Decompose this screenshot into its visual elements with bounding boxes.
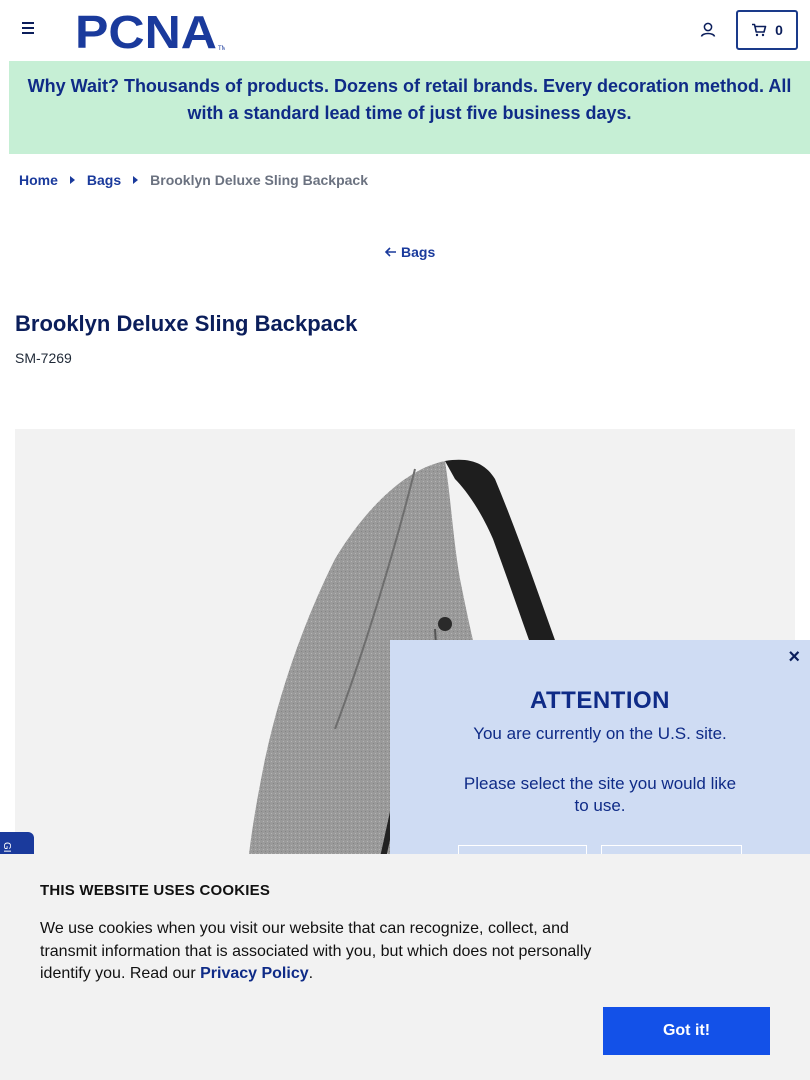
cookie-text: We use cookies when you visit our websit… (40, 918, 600, 986)
product-title: Brooklyn Deluxe Sling Backpack (15, 311, 358, 336)
cookie-title: THIS WEBSITE USES COOKIES (40, 882, 271, 899)
cookie-banner: THIS WEBSITE USES COOKIES We use cookies… (0, 854, 810, 1080)
menu-icon[interactable] (20, 22, 36, 38)
chevron-right-icon (133, 176, 139, 184)
breadcrumb-current: Brooklyn Deluxe Sling Backpack (150, 172, 368, 188)
breadcrumb-bags[interactable]: Bags (87, 172, 121, 188)
cookie-text-end: . (308, 965, 314, 982)
back-arrow-icon (384, 247, 396, 257)
privacy-policy-link[interactable]: Privacy Policy (200, 965, 309, 982)
close-icon[interactable]: × (788, 646, 800, 669)
breadcrumb-home[interactable]: Home (19, 172, 58, 188)
chevron-right-icon (69, 176, 75, 184)
attention-message: You are currently on the U.S. site. (473, 724, 727, 743)
got-it-button[interactable]: Got it! (603, 1007, 770, 1055)
promo-banner: Why Wait? Thousands of products. Dozens … (9, 61, 810, 154)
back-link-label: Bags (401, 244, 436, 260)
cart-button[interactable]: 0 (736, 10, 798, 50)
side-tab-label: GI (1, 842, 12, 853)
breadcrumb: Home Bags Brooklyn Deluxe Sling Backpack (19, 172, 368, 188)
attention-modal: × ATTENTION You are currently on the U.S… (390, 640, 810, 880)
pcna-logo[interactable]: PCNA TM (75, 6, 227, 58)
cart-count: 0 (775, 22, 783, 38)
site-header: PCNA TM 0 (0, 0, 810, 61)
attention-prompt: Please select the site you would like to… (463, 774, 737, 815)
cookie-text-body: We use cookies when you visit our websit… (40, 920, 592, 982)
page: PCNA TM 0 Why Wait? Thousands of product… (0, 0, 810, 1080)
attention-title: ATTENTION (529, 687, 671, 714)
account-icon[interactable] (699, 21, 717, 39)
cart-icon (752, 23, 767, 37)
back-to-bags-link[interactable]: Bags (384, 244, 435, 260)
svg-text:PCNA: PCNA (75, 10, 217, 52)
promo-text: Why Wait? Thousands of products. Dozens … (27, 76, 792, 123)
product-sku: SM-7269 (15, 350, 72, 366)
svg-text:TM: TM (218, 46, 225, 52)
